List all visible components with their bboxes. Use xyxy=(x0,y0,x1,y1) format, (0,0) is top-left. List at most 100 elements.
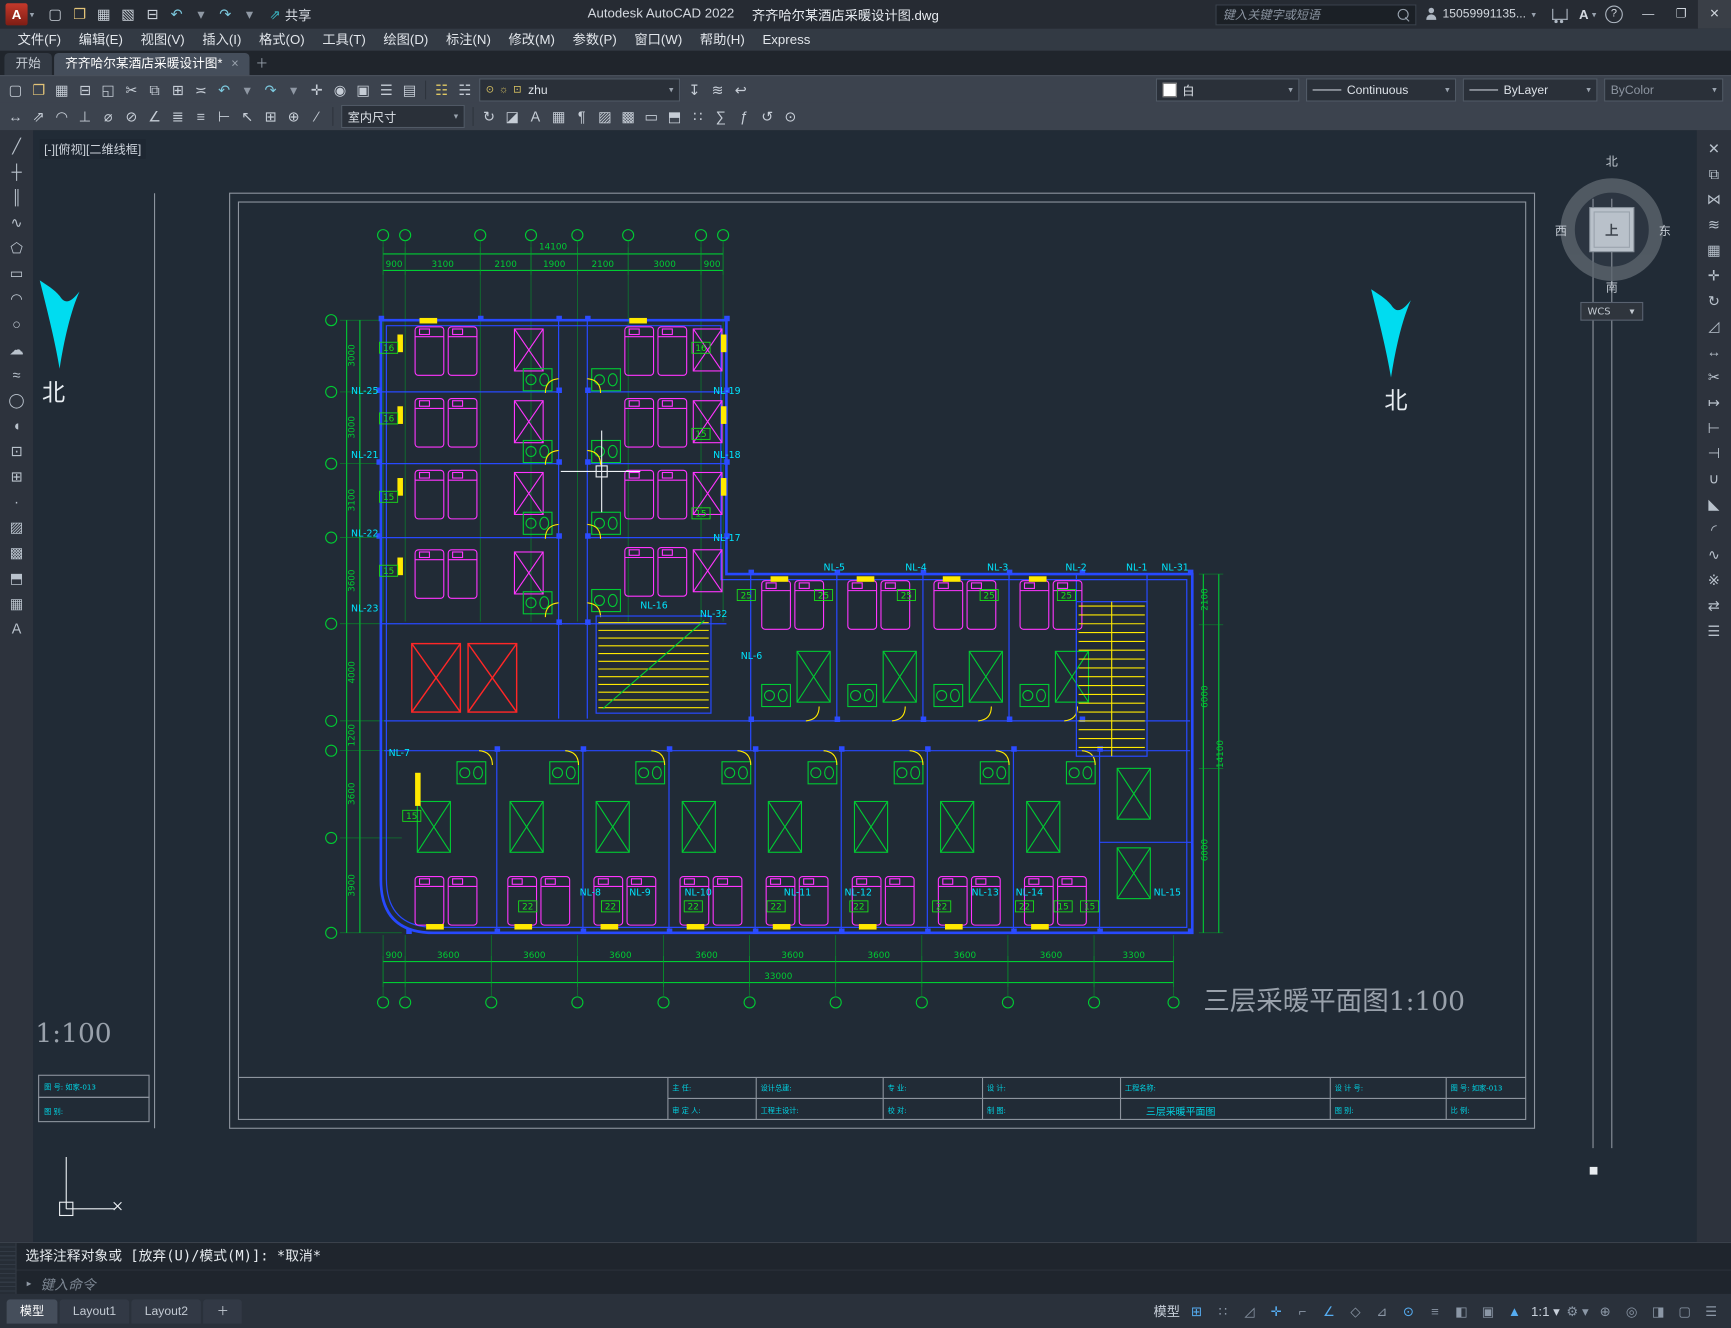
copy-object-icon[interactable]: ⧉ xyxy=(1701,162,1727,186)
array-icon[interactable]: ▦ xyxy=(1701,238,1727,262)
mtext-icon[interactable]: ¶ xyxy=(571,105,593,127)
multiline-text-icon[interactable]: A xyxy=(3,617,29,641)
tab-close-icon[interactable]: × xyxy=(231,53,238,75)
menu-item[interactable]: 标注(N) xyxy=(437,29,500,51)
line-icon[interactable]: ╱ xyxy=(3,135,29,159)
move-icon[interactable]: ✛ xyxy=(1701,264,1727,288)
table-icon[interactable]: ▦ xyxy=(548,105,570,127)
rotate-icon[interactable]: ↻ xyxy=(1701,289,1727,313)
undo-caret-icon[interactable]: ▾ xyxy=(190,3,212,25)
command-panel-grip[interactable] xyxy=(0,1243,17,1295)
boundary-icon[interactable]: ▭ xyxy=(640,105,662,127)
share-button[interactable]: ⇗ 共享 xyxy=(269,5,311,24)
dim-aligned-icon[interactable]: ⇗ xyxy=(28,105,50,127)
gradient-icon[interactable]: ▩ xyxy=(3,541,29,565)
pan-icon[interactable]: ✛ xyxy=(306,79,328,101)
tolerance-icon[interactable]: ⊞ xyxy=(259,105,281,127)
plot-preview-icon[interactable]: ◱ xyxy=(97,79,119,101)
trim-icon[interactable]: ✂ xyxy=(1701,365,1727,389)
dim-radius-icon[interactable]: ⌀ xyxy=(97,105,119,127)
join-icon[interactable]: ∪ xyxy=(1701,467,1727,491)
hatch-icon[interactable]: ▨ xyxy=(3,516,29,540)
make-block-icon[interactable]: ⊞ xyxy=(3,465,29,489)
menu-item[interactable]: 工具(T) xyxy=(314,29,375,51)
plotstyle-dropdown[interactable]: ByColor ▾ xyxy=(1604,78,1724,102)
revision-cloud-icon[interactable]: ☁ xyxy=(3,338,29,362)
region-icon[interactable]: ⬒ xyxy=(663,105,685,127)
layer-match-icon[interactable]: ≋ xyxy=(707,79,729,101)
annotation-monitor-icon[interactable]: ⊕ xyxy=(1592,1300,1618,1322)
grip-handle[interactable] xyxy=(1589,1166,1598,1175)
polygon-icon[interactable]: ⬠ xyxy=(3,236,29,260)
redo-caret-icon[interactable]: ▾ xyxy=(238,3,260,25)
model-paper-toggle[interactable]: 模型 xyxy=(1150,1300,1183,1322)
menu-item[interactable]: 视图(V) xyxy=(132,29,194,51)
polyline-icon[interactable]: ∿ xyxy=(3,211,29,235)
graphics-performance-icon[interactable]: ◨ xyxy=(1645,1300,1671,1322)
extend-icon[interactable]: ↦ xyxy=(1701,391,1727,415)
zoom-realtime-icon[interactable]: ◉ xyxy=(329,79,351,101)
open-file-icon[interactable]: ❐ xyxy=(68,3,90,25)
text-style-icon[interactable]: A xyxy=(524,105,546,127)
menu-item[interactable]: 插入(I) xyxy=(194,29,251,51)
layer-previous-icon[interactable]: ↩ xyxy=(730,79,752,101)
mirror-icon[interactable]: ⋈ xyxy=(1701,188,1727,212)
dim-arc-icon[interactable]: ◠ xyxy=(51,105,73,127)
gradient-icon[interactable]: ▩ xyxy=(617,105,639,127)
transparency-icon[interactable]: ◧ xyxy=(1448,1300,1474,1322)
copy-icon[interactable]: ⧉ xyxy=(144,79,166,101)
command-input[interactable]: ▸ 键入命令 xyxy=(17,1271,1731,1295)
break-icon[interactable]: ⊣ xyxy=(1701,442,1727,466)
fillet-icon[interactable]: ◜ xyxy=(1701,518,1727,542)
customize-icon[interactable]: ☰ xyxy=(1698,1300,1724,1322)
new-layout-button[interactable]: ＋ xyxy=(203,1298,243,1324)
new-file-icon[interactable]: ▢ xyxy=(44,3,66,25)
continue-dim-icon[interactable]: ⊢ xyxy=(213,105,235,127)
ortho-icon[interactable]: ⌐ xyxy=(1289,1300,1315,1322)
dim-update-icon[interactable]: ↻ xyxy=(478,105,500,127)
dynamic-input-icon[interactable]: ✛ xyxy=(1263,1300,1289,1322)
menu-item[interactable]: 帮助(H) xyxy=(691,29,754,51)
infer-constraints-icon[interactable]: ◿ xyxy=(1236,1300,1262,1322)
menu-item[interactable]: 编辑(E) xyxy=(70,29,132,51)
baseline-dim-icon[interactable]: ≡ xyxy=(190,105,212,127)
caret-icon[interactable]: ▾ xyxy=(236,79,258,101)
application-menu-button[interactable]: A ▾ xyxy=(0,3,40,26)
measure-icon[interactable]: ∷ xyxy=(687,105,709,127)
layer-properties-icon[interactable]: ☷ xyxy=(431,79,453,101)
menu-item[interactable]: Express xyxy=(754,29,820,51)
layer-dropdown[interactable]: ⊙ ☼ ⊡ zhu ▾ xyxy=(479,78,681,102)
construction-line-icon[interactable]: ┼ xyxy=(3,160,29,184)
region-icon[interactable]: ⬒ xyxy=(3,566,29,590)
paste-icon[interactable]: ⊞ xyxy=(167,79,189,101)
viewport-controls[interactable]: [-][俯视][二维线框] xyxy=(39,139,146,159)
plot-icon[interactable]: ⊟ xyxy=(74,79,96,101)
tab-start[interactable]: 开始 xyxy=(4,52,52,76)
menu-item[interactable]: 参数(P) xyxy=(564,29,626,51)
lineweight-dropdown[interactable]: ByLayer ▾ xyxy=(1462,78,1598,102)
menu-item[interactable]: 绘图(D) xyxy=(375,29,438,51)
break-at-point-icon[interactable]: ⊢ xyxy=(1701,416,1727,440)
tab-layout1[interactable]: Layout1 xyxy=(59,1298,130,1324)
quick-dim-icon[interactable]: ≣ xyxy=(167,105,189,127)
new-tab-button[interactable]: ＋ xyxy=(252,53,272,75)
chamfer-icon[interactable]: ◣ xyxy=(1701,492,1727,516)
make-object-layer-current-icon[interactable]: ↧ xyxy=(683,79,705,101)
match-properties-icon[interactable]: ≍ xyxy=(190,79,212,101)
save-as-icon[interactable]: ▧ xyxy=(117,3,139,25)
dim-style-dropdown[interactable]: 室内尺寸 ▾ xyxy=(341,104,465,129)
blend-curves-icon[interactable]: ∿ xyxy=(1701,543,1727,567)
undo-icon[interactable]: ↶ xyxy=(213,79,235,101)
ellipse-icon[interactable]: ◯ xyxy=(3,389,29,413)
dim-diameter-icon[interactable]: ⊘ xyxy=(120,105,142,127)
properties-icon[interactable]: ☰ xyxy=(375,79,397,101)
lineweight-icon[interactable]: ≡ xyxy=(1422,1300,1448,1322)
drawing-area[interactable]: 900 3100 2100 1900 2100 3000 900 14100 900 3600 36… xyxy=(33,130,1697,1242)
offset-icon[interactable]: ≋ xyxy=(1701,213,1727,237)
menu-item[interactable]: 文件(F) xyxy=(9,29,70,51)
linetype-dropdown[interactable]: Continuous ▾ xyxy=(1305,78,1457,102)
object-snap-tracking-icon[interactable]: ⊿ xyxy=(1369,1300,1395,1322)
dim-ordinate-icon[interactable]: ⊥ xyxy=(74,105,96,127)
rectangle-icon[interactable]: ▭ xyxy=(3,262,29,286)
ellipse-arc-icon[interactable]: ◖ xyxy=(3,414,29,438)
